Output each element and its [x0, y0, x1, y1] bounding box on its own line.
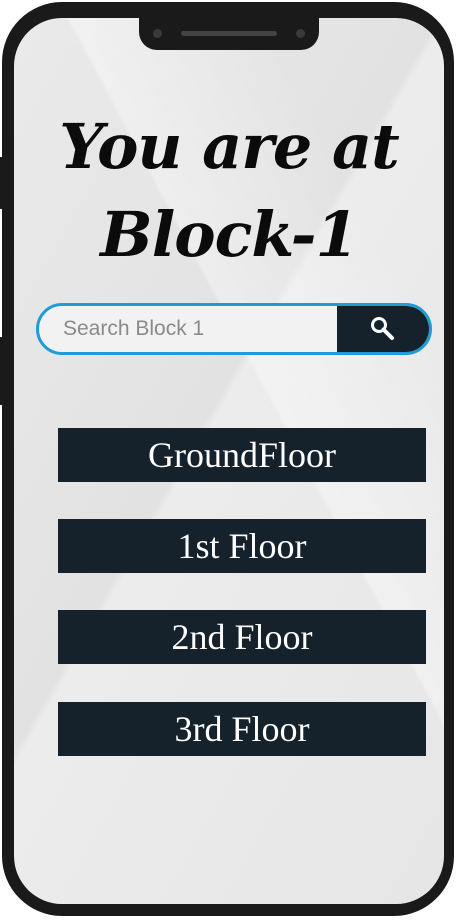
- front-camera-icon: [153, 29, 162, 38]
- floor-button-ground[interactable]: GroundFloor: [58, 428, 426, 482]
- page-title-line-1: You are at: [59, 110, 400, 183]
- page-title-line-2: Block-1: [100, 198, 358, 271]
- phone-frame: You are at Block-1 GroundFloor 1st Floor…: [0, 2, 454, 916]
- search-input[interactable]: [39, 306, 337, 352]
- search-bar: [36, 303, 432, 355]
- search-button[interactable]: [337, 306, 429, 352]
- side-button-top: [0, 157, 4, 209]
- sensor-icon: [296, 29, 305, 38]
- speaker-grille: [181, 31, 277, 36]
- search-icon: [371, 317, 394, 340]
- side-button-bottom: [0, 337, 4, 405]
- floor-button-3rd[interactable]: 3rd Floor: [58, 702, 426, 756]
- screen: You are at Block-1 GroundFloor 1st Floor…: [14, 18, 444, 904]
- floor-button-2nd[interactable]: 2nd Floor: [58, 610, 426, 664]
- notch: [139, 18, 319, 50]
- floor-button-1st[interactable]: 1st Floor: [58, 519, 426, 573]
